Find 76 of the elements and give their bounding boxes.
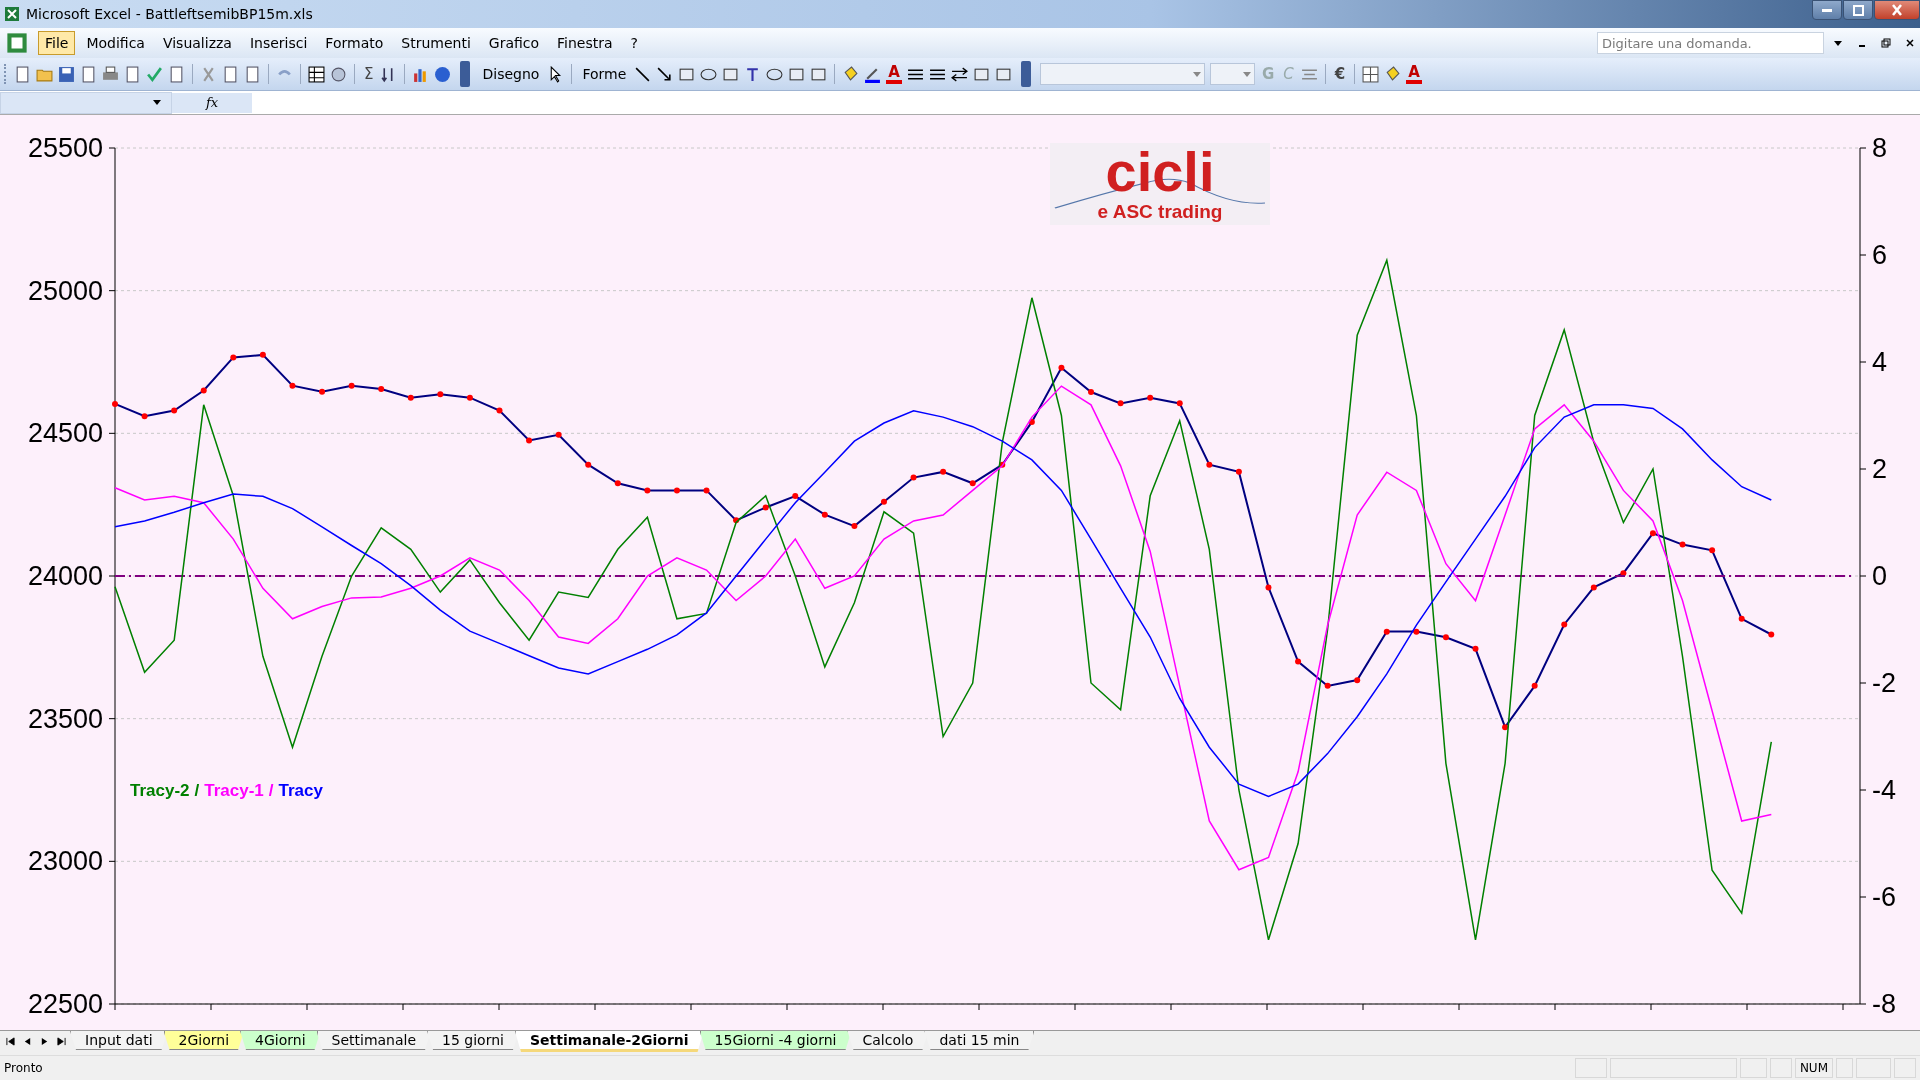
axis-label: 8 <box>1872 133 1888 163</box>
axis-label: 24500 <box>27 418 103 449</box>
maximize-button[interactable] <box>1843 0 1873 20</box>
grid-icon[interactable] <box>308 65 325 83</box>
sheet-tab[interactable]: dati 15 min <box>924 1031 1035 1050</box>
caret-icon <box>1242 71 1251 77</box>
menu-item[interactable]: ? <box>623 31 645 55</box>
num-lock-indicator: NUM <box>1794 1058 1833 1078</box>
caret-icon <box>153 100 161 105</box>
axis-label: 23000 <box>27 846 103 877</box>
checkmark-icon[interactable] <box>146 65 163 83</box>
next-sheet-icon[interactable] <box>40 1037 49 1046</box>
help-search-field[interactable]: Digitare una domanda. <box>1597 32 1824 54</box>
axis-label: 23500 <box>27 703 103 734</box>
caret-icon[interactable] <box>1834 40 1842 46</box>
drawing-menu-button[interactable]: Disegno <box>479 66 543 82</box>
axis-label: 4 <box>1872 347 1888 377</box>
menu-item[interactable]: Visualizza <box>155 31 239 55</box>
arrows-icon[interactable] <box>950 65 968 83</box>
menu-item[interactable]: File <box>38 31 76 55</box>
page-icon[interactable] <box>14 65 31 83</box>
spreadsheet-icon[interactable] <box>6 32 28 54</box>
close-button[interactable] <box>1874 0 1920 20</box>
restore-icon[interactable] <box>1881 38 1891 48</box>
axis-label: 25500 <box>27 133 103 163</box>
toolbar-grip[interactable] <box>460 61 471 87</box>
axis-label: 6 <box>1872 240 1888 270</box>
minimize-icon <box>1822 8 1832 12</box>
status-text: Pronto <box>4 1061 43 1075</box>
axis-label: -8 <box>1872 989 1896 1019</box>
menu-item[interactable]: Strumenti <box>394 31 478 55</box>
menu-item[interactable]: Inserisci <box>242 31 315 55</box>
grid-icon[interactable] <box>1362 65 1380 83</box>
previous-sheet-icon[interactable] <box>23 1037 32 1046</box>
spreadsheet-icon <box>4 6 20 22</box>
window-title: Microsoft Excel - BattleftsemibBP15m.xls <box>26 6 313 22</box>
shapes-menu-button[interactable]: Forme <box>579 66 630 82</box>
arrow-icon[interactable] <box>656 65 674 83</box>
font-color-button[interactable]: A <box>1406 64 1422 84</box>
axis-label: 0 <box>1872 561 1888 591</box>
menu-item[interactable]: Formato <box>318 31 391 55</box>
menu-item[interactable]: Modifica <box>79 31 152 55</box>
axis-label: -4 <box>1872 775 1896 805</box>
axis-label: -2 <box>1872 668 1896 698</box>
axis-label: 2 <box>1872 454 1888 484</box>
page-icon[interactable] <box>80 65 97 83</box>
copy-icon[interactable] <box>222 65 239 83</box>
sheet-tab[interactable]: 4Giorni <box>240 1031 321 1050</box>
close-icon[interactable] <box>1905 38 1915 48</box>
first-sheet-icon[interactable] <box>6 1037 15 1046</box>
toolbar-grip[interactable] <box>1020 61 1031 87</box>
sheet-tab[interactable]: Settimanale-2Giorni <box>514 1031 704 1052</box>
page-icon[interactable] <box>124 65 141 83</box>
sheet-tab[interactable]: 15Giorni -4 giorni <box>699 1031 852 1050</box>
line-icon[interactable] <box>634 65 652 83</box>
sum-button[interactable]: Σ <box>362 65 376 83</box>
maximize-icon <box>1852 4 1864 16</box>
caret-icon <box>1192 71 1201 77</box>
axis-label: -6 <box>1872 882 1896 912</box>
axis-label: 25000 <box>27 275 103 306</box>
printer-icon[interactable] <box>102 65 119 83</box>
minimize-button[interactable] <box>1812 0 1842 20</box>
currency-button[interactable]: € <box>1332 65 1348 83</box>
last-sheet-icon[interactable] <box>57 1037 66 1046</box>
font-color-button[interactable]: A <box>886 64 902 84</box>
function-button[interactable]: fx <box>172 92 252 113</box>
chart-legend: Tracy-2 / Tracy-1 / Tracy <box>130 781 323 801</box>
page-icon[interactable] <box>168 65 185 83</box>
circle-icon[interactable] <box>330 65 347 83</box>
logo: cicli e ASC trading <box>1050 143 1270 225</box>
menu-item[interactable]: Grafico <box>481 31 547 55</box>
axis-label: 22500 <box>27 989 103 1019</box>
close-icon <box>1892 4 1902 16</box>
menu-item[interactable]: Finestra <box>550 31 620 55</box>
axis-label: 24000 <box>27 561 103 591</box>
copy-icon[interactable] <box>244 65 261 83</box>
